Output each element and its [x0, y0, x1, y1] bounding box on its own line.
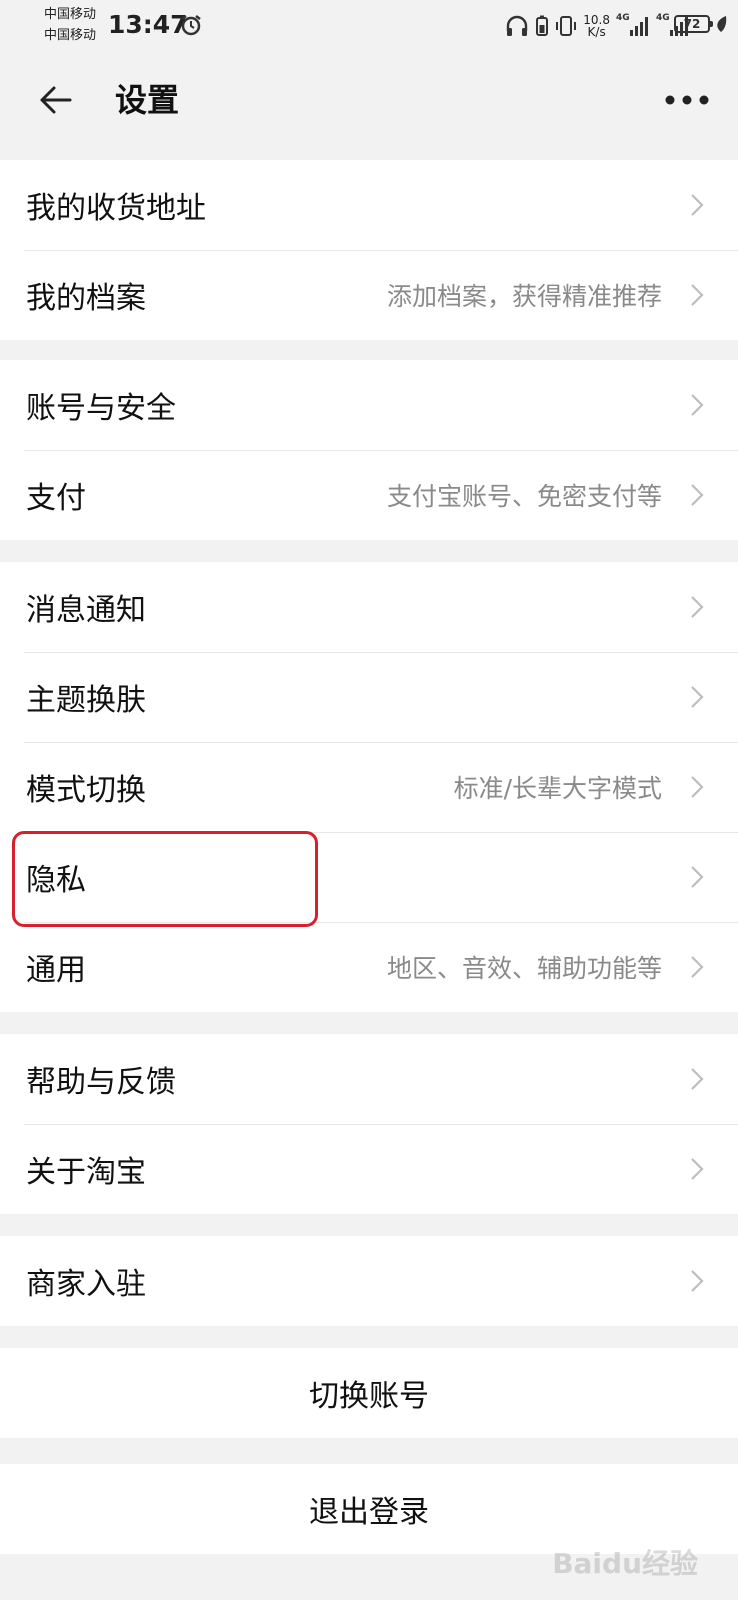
settings-item-label: 商家入驻 [26, 1267, 146, 1302]
settings-item-desc: 标准/长辈大字模式 [453, 774, 662, 803]
more-options-icon[interactable] [662, 90, 712, 110]
settings-item-about[interactable]: 关于淘宝 [0, 1124, 738, 1214]
settings-item-label: 消息通知 [26, 593, 146, 628]
logout-label: 退出登录 [309, 1495, 429, 1530]
chevron-right-icon [691, 284, 704, 306]
page-title: 设置 [115, 81, 180, 119]
switch-account-label: 切换账号 [309, 1379, 429, 1414]
signal-bars-icon [630, 17, 648, 36]
settings-item-label: 我的收货地址 [26, 191, 206, 226]
settings-item-account-security[interactable]: 账号与安全 [0, 360, 738, 450]
settings-item-payment[interactable]: 支付 支付宝账号、免密支付等 [0, 450, 738, 540]
battery-indicator: 72 [674, 15, 713, 33]
alarm-icon [181, 15, 201, 36]
app-header: 设置 [0, 52, 738, 148]
chevron-right-icon [691, 1068, 704, 1090]
net-speed-unit: K/s [587, 25, 606, 39]
status-icons: 10.8 K/s 4G 4G [505, 12, 690, 40]
headphones-icon [507, 15, 528, 36]
leaf-icon [717, 16, 727, 32]
settings-item-notifications[interactable]: 消息通知 [0, 562, 738, 652]
settings-group-merchant: 商家入驻 [0, 1236, 738, 1326]
switch-account-button[interactable]: 切换账号 [0, 1348, 738, 1438]
vibrate-icon [556, 16, 577, 36]
battery-case-icon [536, 15, 549, 36]
carrier-1: 中国移动 [44, 7, 97, 22]
chevron-right-icon [691, 1270, 704, 1292]
settings-item-mode-switch[interactable]: 模式切换 标准/长辈大字模式 [0, 742, 738, 832]
chevron-right-icon [691, 956, 704, 978]
settings-item-desc: 添加档案，获得精准推荐 [386, 282, 662, 311]
settings-item-label: 通用 [26, 953, 86, 988]
settings-item-label: 主题换肤 [26, 683, 146, 718]
settings-item-general[interactable]: 通用 地区、音效、辅助功能等 [0, 922, 738, 1012]
status-bar: 中国移动 中国移动 13:47 10.8 K/s 4G 4G 72 [0, 0, 738, 52]
status-time: 13:47 [108, 10, 188, 39]
chevron-right-icon [691, 866, 704, 888]
signal-1: 4G [616, 14, 650, 38]
settings-item-label: 我的档案 [26, 281, 146, 316]
settings-group-address: 我的收货地址 我的档案 添加档案，获得精准推荐 [0, 160, 738, 340]
chevron-right-icon [691, 686, 704, 708]
chevron-right-icon [691, 596, 704, 618]
settings-item-address[interactable]: 我的收货地址 [0, 160, 738, 250]
settings-item-profile[interactable]: 我的档案 添加档案，获得精准推荐 [0, 250, 738, 340]
settings-group-account: 账号与安全 支付 支付宝账号、免密支付等 [0, 360, 738, 540]
settings-item-label: 账号与安全 [26, 391, 176, 426]
settings-item-label: 支付 [26, 481, 86, 516]
settings-item-label: 模式切换 [26, 773, 146, 808]
chevron-right-icon [691, 1158, 704, 1180]
back-arrow-icon[interactable] [36, 80, 76, 120]
settings-item-label: 隐私 [26, 863, 86, 898]
settings-item-desc: 地区、音效、辅助功能等 [386, 954, 662, 983]
settings-item-label: 关于淘宝 [26, 1155, 146, 1190]
settings-item-help-feedback[interactable]: 帮助与反馈 [0, 1034, 738, 1124]
settings-item-desc: 支付宝账号、免密支付等 [386, 482, 662, 511]
chevron-right-icon [691, 776, 704, 798]
settings-group-help: 帮助与反馈 关于淘宝 [0, 1034, 738, 1214]
chevron-right-icon [691, 394, 704, 416]
switch-account-section: 切换账号 [0, 1348, 738, 1438]
chevron-right-icon [691, 484, 704, 506]
carrier-2: 中国移动 [44, 28, 97, 43]
settings-item-merchant[interactable]: 商家入驻 [0, 1236, 738, 1326]
settings-item-privacy[interactable]: 隐私 [0, 832, 738, 922]
net-speed: 10.8 K/s [583, 14, 610, 38]
settings-item-theme[interactable]: 主题换肤 [0, 652, 738, 742]
chevron-right-icon [691, 194, 704, 216]
settings-item-label: 帮助与反馈 [26, 1065, 176, 1100]
settings-group-general: 消息通知 主题换肤 模式切换 标准/长辈大字模式 隐私 通用 地区、音效、辅助功… [0, 562, 738, 1012]
logout-button[interactable]: 退出登录 [0, 1464, 738, 1554]
logout-section: 退出登录 [0, 1464, 738, 1554]
watermark: Baidu经验 [552, 1547, 698, 1580]
